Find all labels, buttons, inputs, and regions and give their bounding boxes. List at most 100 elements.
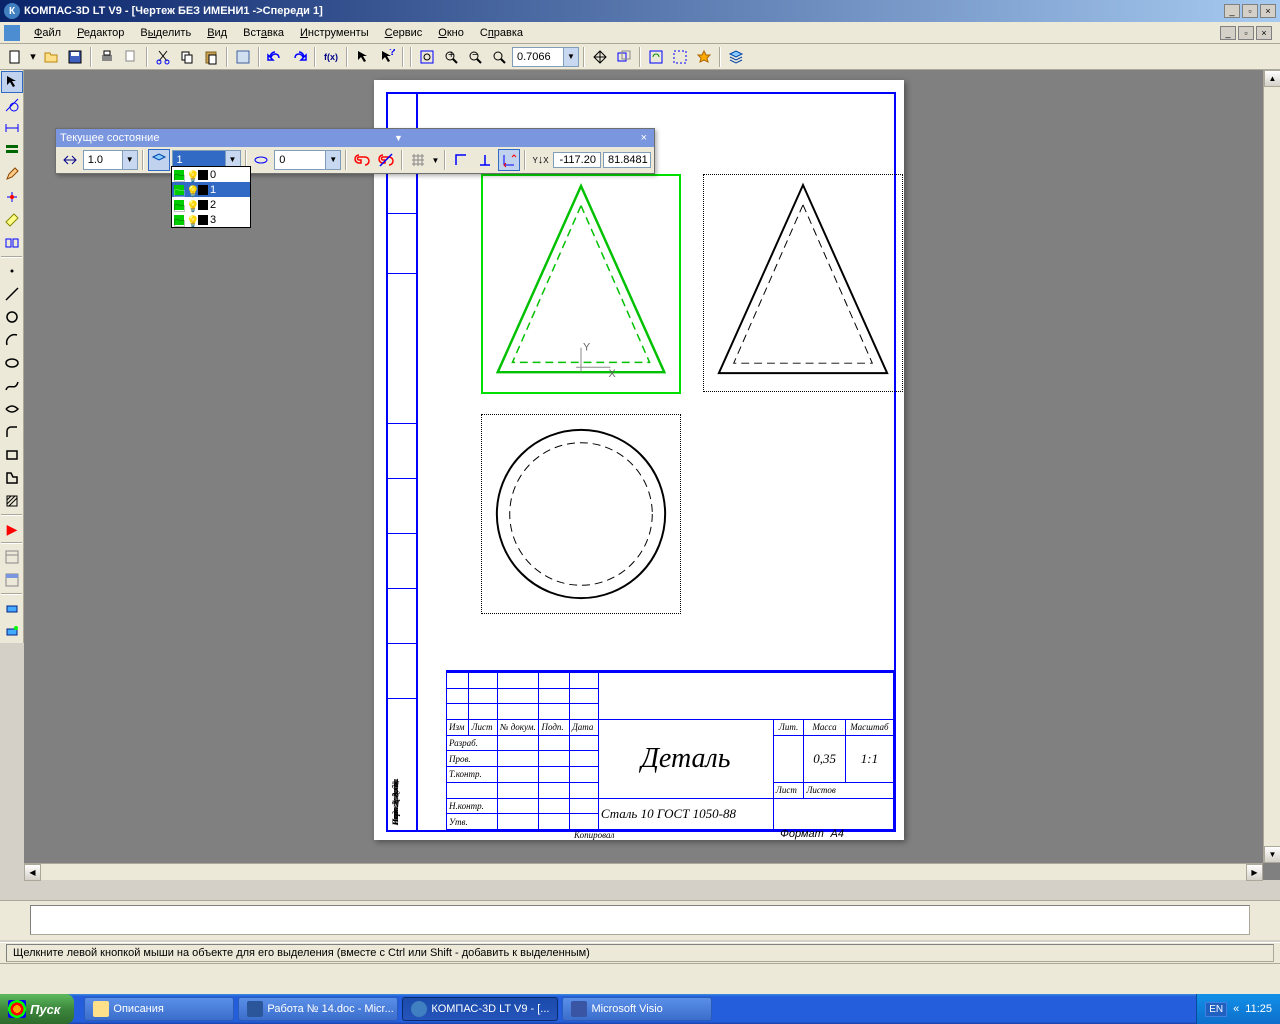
lang-indicator[interactable]: EN xyxy=(1205,1002,1227,1017)
fillet-tool[interactable] xyxy=(1,421,23,443)
dimension-tool[interactable] xyxy=(1,117,23,139)
view-2[interactable] xyxy=(703,174,903,392)
layer-1[interactable]: 🗀💡1 xyxy=(172,182,250,197)
layer-2[interactable]: 🗀💡2 xyxy=(172,197,250,212)
arrow-button[interactable] xyxy=(352,46,374,68)
vertical-scrollbar[interactable]: ▲ ▼ xyxy=(1263,70,1280,863)
line-tool[interactable] xyxy=(1,283,23,305)
open-button[interactable] xyxy=(40,46,62,68)
maximize-button[interactable]: ▫ xyxy=(1242,4,1258,18)
panel-header[interactable]: Текущее состояние ▼ × xyxy=(56,129,654,147)
task-word[interactable]: Работа № 14.doc - Micr... xyxy=(238,997,398,1021)
menu-help[interactable]: Справка xyxy=(472,25,531,41)
local-cs-button[interactable] xyxy=(498,149,520,171)
refresh-button[interactable] xyxy=(645,46,667,68)
minimize-button[interactable]: _ xyxy=(1224,4,1240,18)
start-button[interactable]: Пуск xyxy=(0,994,74,1024)
step-input[interactable] xyxy=(84,154,122,166)
polygon-tool[interactable] xyxy=(1,467,23,489)
mdi-close[interactable]: × xyxy=(1256,26,1272,40)
menu-insert[interactable]: Вставка xyxy=(235,25,292,41)
new-button[interactable] xyxy=(4,46,26,68)
task-visio[interactable]: Microsoft Visio xyxy=(562,997,712,1021)
linetype-input[interactable] xyxy=(275,154,325,166)
rebuild-button[interactable] xyxy=(693,46,715,68)
bezier-tool[interactable] xyxy=(1,398,23,420)
rect-tool[interactable] xyxy=(1,444,23,466)
ortho-button[interactable] xyxy=(450,149,472,171)
menu-file[interactable]: Файл xyxy=(26,25,69,41)
clock[interactable]: 11:25 xyxy=(1245,1003,1272,1015)
zoom-input[interactable] xyxy=(513,51,563,63)
geometry-tool[interactable] xyxy=(1,94,23,116)
circle-tool[interactable] xyxy=(1,306,23,328)
panel1-tool[interactable] xyxy=(1,546,23,568)
ellipse-tool[interactable] xyxy=(1,352,23,374)
stop-tool[interactable]: ▶ xyxy=(1,518,23,540)
menu-select[interactable]: Выделить xyxy=(132,25,199,41)
redo-button[interactable] xyxy=(288,46,310,68)
menu-window[interactable]: Окно xyxy=(430,25,472,41)
print-button[interactable] xyxy=(96,46,118,68)
pan-button[interactable] xyxy=(589,46,611,68)
perp-button[interactable] xyxy=(474,149,496,171)
save-button[interactable] xyxy=(64,46,86,68)
grid-button[interactable] xyxy=(407,149,429,171)
zoom-window-button[interactable] xyxy=(488,46,510,68)
scroll-right[interactable]: ▶ xyxy=(1246,864,1263,881)
menu-view[interactable]: Вид xyxy=(199,25,235,41)
mdi-minimize[interactable]: _ xyxy=(1220,26,1236,40)
step-button[interactable] xyxy=(59,149,81,171)
copy-button[interactable] xyxy=(176,46,198,68)
properties-button[interactable] xyxy=(232,46,254,68)
linetype-button[interactable] xyxy=(251,149,273,171)
variables-button[interactable]: f(x) xyxy=(320,46,342,68)
param-tool[interactable] xyxy=(1,186,23,208)
property-inner[interactable] xyxy=(30,905,1250,935)
panel-menu-icon[interactable]: ▼ xyxy=(391,133,406,143)
view-3[interactable] xyxy=(481,414,681,614)
zoom-prev-button[interactable] xyxy=(613,46,635,68)
hatch-tool[interactable] xyxy=(1,490,23,512)
scroll-left[interactable]: ◀ xyxy=(24,864,41,881)
snap-global-button[interactable] xyxy=(351,149,373,171)
layer-input[interactable] xyxy=(173,154,225,166)
menu-service[interactable]: Сервис xyxy=(377,25,431,41)
help-button[interactable]: ? xyxy=(376,46,398,68)
notation-tool[interactable] xyxy=(1,140,23,162)
task-kompas[interactable]: КОМПАС-3D LT V9 - [... xyxy=(402,997,558,1021)
close-button[interactable]: × xyxy=(1260,4,1276,18)
scroll-up[interactable]: ▲ xyxy=(1264,70,1280,87)
layers-button[interactable] xyxy=(725,46,747,68)
view-1[interactable]: Y X xyxy=(481,174,681,394)
system-tray[interactable]: EN « 11:25 xyxy=(1196,994,1280,1024)
edit-tool[interactable] xyxy=(1,163,23,185)
arc-tool[interactable] xyxy=(1,329,23,351)
zoom-combo[interactable]: ▼ xyxy=(512,47,579,67)
menu-tools[interactable]: Инструменты xyxy=(292,25,377,41)
layer-manage-button[interactable] xyxy=(148,149,170,171)
create-tool[interactable] xyxy=(1,620,23,642)
grid-drop[interactable]: ▼ xyxy=(431,149,441,171)
bounds-button[interactable] xyxy=(669,46,691,68)
tray-icon[interactable]: « xyxy=(1233,1003,1239,1015)
preview-button[interactable] xyxy=(120,46,142,68)
zoom-dropdown[interactable]: ▼ xyxy=(563,48,578,66)
point-tool[interactable] xyxy=(1,260,23,282)
coord-button[interactable]: Y↓X xyxy=(530,149,552,171)
panel2-tool[interactable] xyxy=(1,569,23,591)
undo-button[interactable] xyxy=(264,46,286,68)
task-folder[interactable]: Описания xyxy=(84,997,234,1021)
panel-close-icon[interactable]: × xyxy=(638,132,650,144)
paste-button[interactable] xyxy=(200,46,222,68)
zoom-out-button[interactable]: − xyxy=(464,46,486,68)
assoc-tool[interactable] xyxy=(1,232,23,254)
measure-tool[interactable] xyxy=(1,209,23,231)
layer-0[interactable]: 🗀💡0 xyxy=(172,167,250,182)
zoom-fit-button[interactable] xyxy=(416,46,438,68)
menu-edit[interactable]: Редактор xyxy=(69,25,132,41)
linetype-combo[interactable]: ▼ xyxy=(274,150,341,170)
layer-dropdown[interactable]: 🗀💡0 🗀💡1 🗀💡2 🗀💡3 xyxy=(171,166,251,228)
new-dropdown[interactable]: ▾ xyxy=(28,46,38,68)
snap-toggle-button[interactable] xyxy=(375,149,397,171)
